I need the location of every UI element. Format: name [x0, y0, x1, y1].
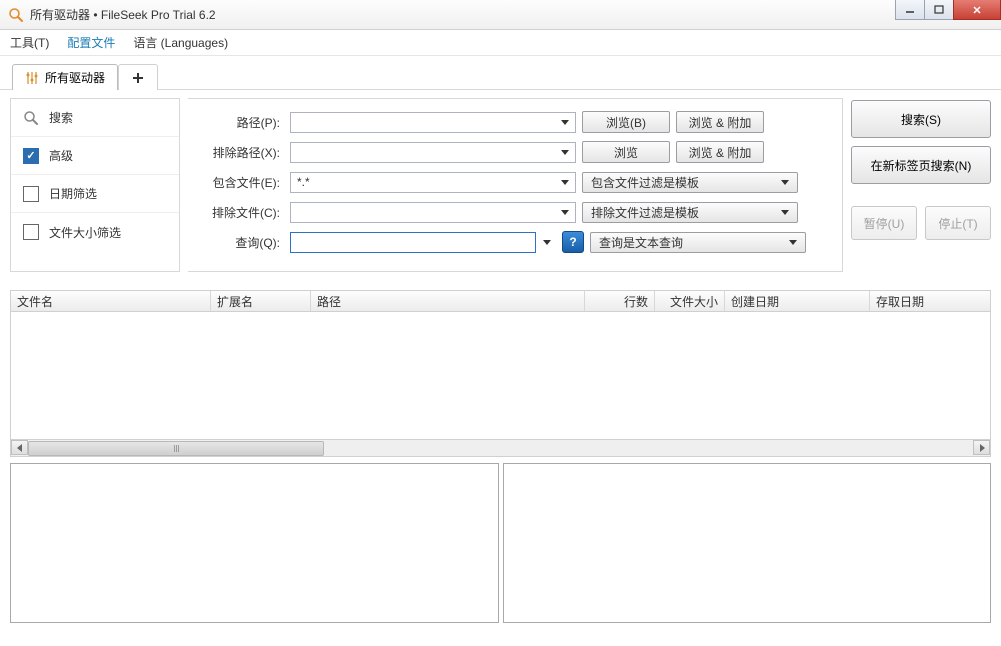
scroll-thumb[interactable] — [28, 441, 324, 456]
menu-languages[interactable]: 语言 (Languages) — [133, 34, 228, 51]
scroll-track[interactable] — [28, 441, 973, 456]
horizontal-scrollbar[interactable] — [10, 440, 991, 457]
exclude-path-combo[interactable] — [290, 142, 576, 163]
sidebar-item-date-filter[interactable]: 日期筛选 — [11, 175, 179, 213]
tab-strip: 所有驱动器 — [0, 62, 1001, 90]
query-mode-select[interactable]: 查询是文本查询 — [590, 232, 806, 253]
query-help-button[interactable]: ? — [562, 231, 584, 253]
sidebar-label-size: 文件大小筛选 — [49, 224, 121, 241]
scroll-right-button[interactable] — [973, 440, 990, 455]
col-accessed[interactable]: 存取日期 — [870, 291, 990, 311]
results-grid: 文件名 扩展名 路径 行数 文件大小 创建日期 存取日期 — [10, 290, 991, 457]
label-exclude-path: 排除路径(X): — [198, 144, 284, 161]
chevron-down-icon — [561, 210, 569, 215]
preview-pane-left[interactable] — [10, 463, 499, 623]
col-filename[interactable]: 文件名 — [11, 291, 211, 311]
search-button[interactable]: 搜索(S) — [851, 100, 991, 138]
minimize-button[interactable] — [895, 0, 925, 20]
sidebar-item-search[interactable]: 搜索 — [11, 99, 179, 137]
checkbox-date-filter[interactable] — [23, 186, 39, 202]
action-column: 搜索(S) 在新标签页搜索(N) 暂停(U) 停止(T) — [851, 98, 991, 272]
close-button[interactable] — [953, 0, 1001, 20]
window-titlebar: 所有驱动器 • FileSeek Pro Trial 6.2 — [0, 0, 1001, 30]
search-icon — [23, 110, 39, 126]
search-new-tab-button[interactable]: 在新标签页搜索(N) — [851, 146, 991, 184]
exclude-filter-mode-select[interactable]: 排除文件过滤是模板 — [582, 202, 798, 223]
col-path[interactable]: 路径 — [311, 291, 585, 311]
query-input[interactable] — [290, 232, 536, 253]
checkbox-advanced[interactable] — [23, 148, 39, 164]
grid-body[interactable] — [10, 312, 991, 440]
tab-all-drives[interactable]: 所有驱动器 — [12, 64, 118, 90]
add-tab-button[interactable] — [118, 64, 158, 90]
menu-tools[interactable]: 工具(T) — [10, 34, 49, 51]
chevron-down-icon — [561, 180, 569, 185]
include-files-combo[interactable]: *.* — [290, 172, 576, 193]
chevron-down-icon — [781, 210, 789, 215]
sliders-icon — [25, 71, 39, 85]
app-icon — [8, 7, 24, 23]
menu-bar: 工具(T) 配置文件 语言 (Languages) — [0, 30, 1001, 56]
maximize-button[interactable] — [924, 0, 954, 20]
label-query: 查询(Q): — [198, 234, 284, 251]
sidebar-label-search: 搜索 — [49, 109, 73, 126]
preview-pane-right[interactable] — [503, 463, 992, 623]
scroll-left-button[interactable] — [11, 440, 28, 455]
col-filesize[interactable]: 文件大小 — [655, 291, 725, 311]
search-sidebar: 搜索 高级 日期筛选 文件大小筛选 — [10, 98, 180, 272]
tab-label: 所有驱动器 — [45, 69, 105, 86]
stop-button[interactable]: 停止(T) — [925, 206, 991, 240]
chevron-down-icon — [781, 180, 789, 185]
exclude-files-combo[interactable] — [290, 202, 576, 223]
browse-append-exclude-button[interactable]: 浏览 & 附加 — [676, 141, 764, 163]
bottom-panes — [10, 463, 991, 623]
window-title: 所有驱动器 • FileSeek Pro Trial 6.2 — [30, 6, 216, 23]
browse-path-button[interactable]: 浏览(B) — [582, 111, 670, 133]
browse-append-path-button[interactable]: 浏览 & 附加 — [676, 111, 764, 133]
browse-exclude-button[interactable]: 浏览 — [582, 141, 670, 163]
menu-profiles[interactable]: 配置文件 — [67, 34, 115, 51]
label-path: 路径(P): — [198, 114, 284, 131]
col-lines[interactable]: 行数 — [585, 291, 655, 311]
sidebar-label-advanced: 高级 — [49, 147, 73, 164]
label-exclude-files: 排除文件(C): — [198, 204, 284, 221]
grid-header: 文件名 扩展名 路径 行数 文件大小 创建日期 存取日期 — [10, 290, 991, 312]
include-filter-mode-select[interactable]: 包含文件过滤是模板 — [582, 172, 798, 193]
label-include-files: 包含文件(E): — [198, 174, 284, 191]
chevron-down-icon — [561, 120, 569, 125]
window-controls — [896, 0, 1001, 20]
plus-icon — [132, 72, 144, 84]
sidebar-item-advanced[interactable]: 高级 — [11, 137, 179, 175]
checkbox-size-filter[interactable] — [23, 224, 39, 240]
chevron-down-icon — [789, 240, 797, 245]
pause-button[interactable]: 暂停(U) — [851, 206, 917, 240]
chevron-down-icon[interactable] — [543, 240, 551, 245]
search-form: 路径(P): 浏览(B) 浏览 & 附加 排除路径(X): 浏览 浏览 & 附加… — [188, 98, 843, 272]
col-extension[interactable]: 扩展名 — [211, 291, 311, 311]
col-created[interactable]: 创建日期 — [725, 291, 870, 311]
sidebar-label-date: 日期筛选 — [49, 185, 97, 202]
sidebar-item-size-filter[interactable]: 文件大小筛选 — [11, 213, 179, 251]
path-combo[interactable] — [290, 112, 576, 133]
chevron-down-icon — [561, 150, 569, 155]
